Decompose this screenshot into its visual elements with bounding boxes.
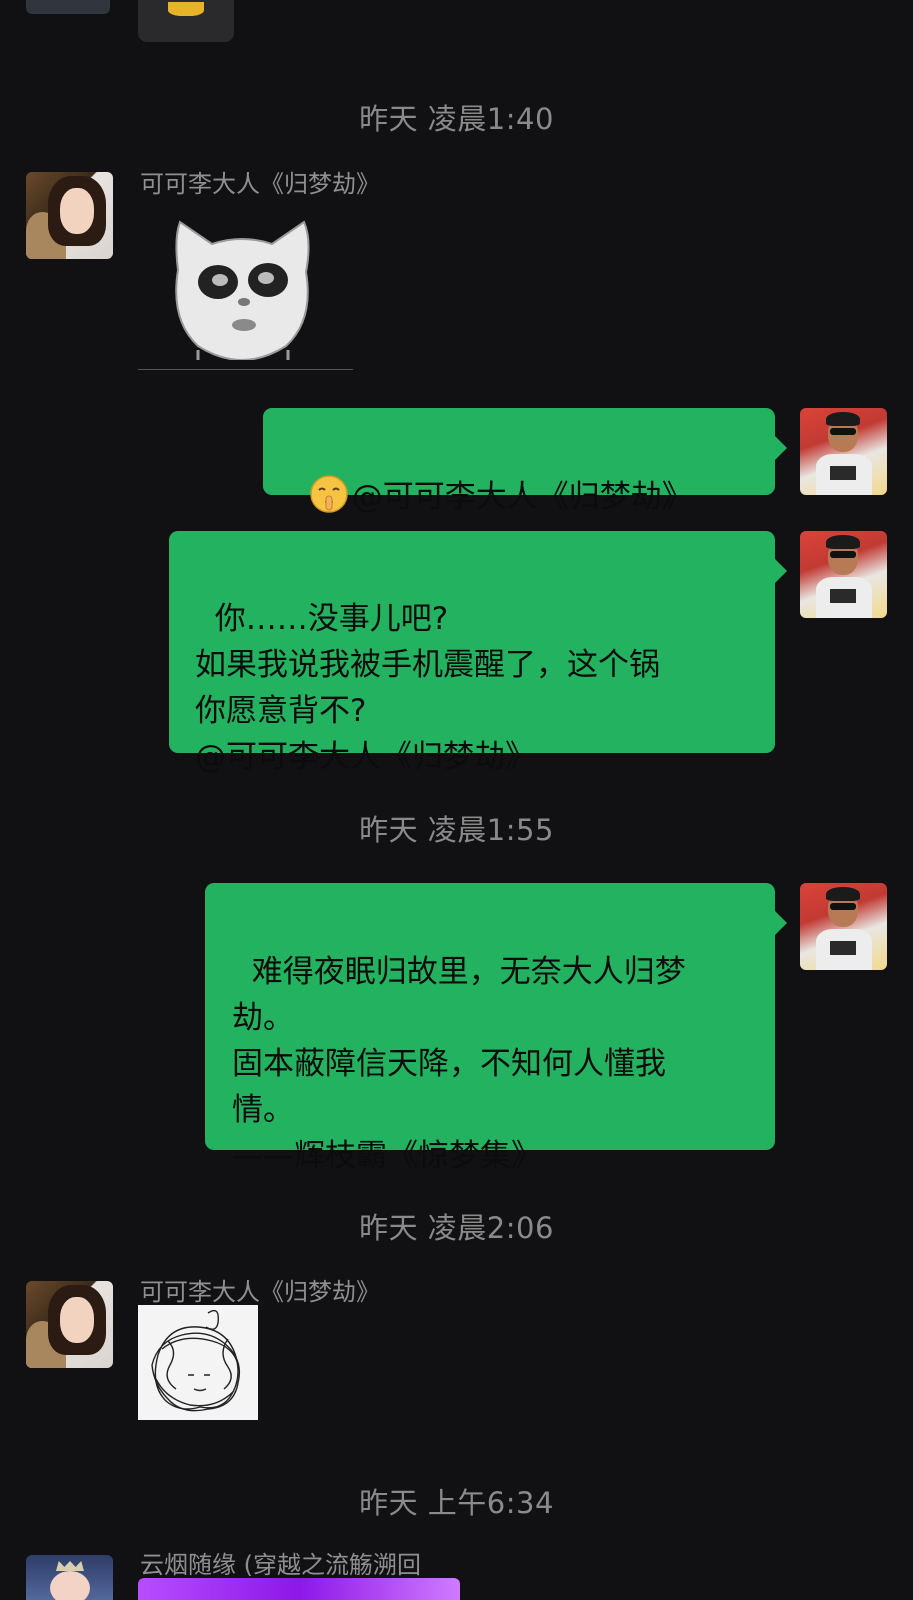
- timestamp: 昨天 凌晨1:40: [359, 102, 554, 136]
- message-text: 难得夜眠归故里，无奈大人归梦 劫。 固本蔽障信天降，不知何人懂我 情。 ——辉枝…: [232, 954, 686, 1174]
- message-text: @可可李大人《归梦劫》: [351, 479, 693, 515]
- message-text: 你……没事儿吧? 如果我说我被手机震醒了，这个锅 你愿意背不? @可可李大人《归…: [195, 601, 660, 775]
- timestamp: 昨天 上午6:34: [359, 1486, 554, 1520]
- message-bubble[interactable]: 你……没事儿吧? 如果我说我被手机震醒了，这个锅 你愿意背不? @可可李大人《归…: [169, 531, 787, 775]
- sticker-partial-top[interactable]: [138, 0, 234, 42]
- sender-name: 云烟随缘 (穿越之流觞溯回: [140, 1551, 421, 1579]
- sticker-icon: [168, 2, 204, 16]
- avatar-keke[interactable]: [26, 172, 113, 259]
- angry-cat-face-sticker[interactable]: [168, 210, 316, 362]
- avatar-me[interactable]: [800, 883, 887, 970]
- scribble-hair-sticker[interactable]: [138, 1305, 258, 1420]
- timestamp: 昨天 凌晨2:06: [359, 1211, 554, 1245]
- avatar-keke[interactable]: [26, 1281, 113, 1368]
- avatar-me[interactable]: [800, 408, 887, 495]
- sender-name: 可可李大人《归梦劫》: [140, 170, 380, 198]
- shushing-face-emoji: [309, 475, 348, 513]
- avatar-partial-top[interactable]: [26, 0, 110, 14]
- avatar-me[interactable]: [800, 531, 887, 618]
- avatar-yunyan[interactable]: [26, 1555, 113, 1600]
- message-bubble[interactable]: @可可李大人《归梦劫》: [263, 408, 787, 515]
- purple-image[interactable]: [138, 1578, 460, 1600]
- message-bubble[interactable]: 难得夜眠归故里，无奈大人归梦 劫。 固本蔽障信天降，不知何人懂我 情。 ——辉枝…: [205, 883, 787, 1174]
- timestamp: 昨天 凌晨1:55: [359, 813, 554, 847]
- sender-name: 可可李大人《归梦劫》: [140, 1278, 380, 1306]
- divider: [138, 369, 353, 370]
